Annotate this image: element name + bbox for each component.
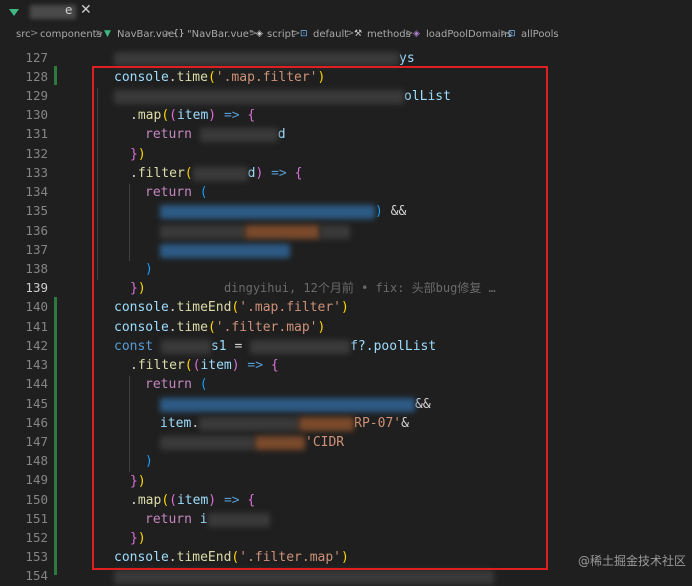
vue-file-icon: ▼ bbox=[104, 29, 111, 39]
breadcrumb-separator: > bbox=[95, 28, 104, 39]
line-number: 134 bbox=[25, 184, 48, 199]
line-number: 130 bbox=[25, 107, 48, 122]
breadcrumb-separator: > bbox=[163, 28, 172, 39]
breadcrumb-item-default[interactable]: default bbox=[313, 29, 348, 40]
line-number: 136 bbox=[25, 223, 48, 238]
breadcrumb-separator: > bbox=[30, 28, 39, 39]
line-number: 147 bbox=[25, 434, 48, 449]
line-number: 133 bbox=[25, 165, 48, 180]
line-number: 154 bbox=[25, 568, 48, 583]
line-number: 135 bbox=[25, 203, 48, 218]
line-number: 150 bbox=[25, 492, 48, 507]
line-number: 131 bbox=[25, 126, 48, 141]
tab-navbar-vue[interactable]: e ✕ bbox=[0, 0, 100, 25]
line-number: 151 bbox=[25, 511, 48, 526]
line-number: 127 bbox=[25, 50, 48, 65]
highlight-box bbox=[92, 66, 548, 570]
line-number: 137 bbox=[25, 242, 48, 257]
line-number: 146 bbox=[25, 415, 48, 430]
vue-file-icon bbox=[9, 9, 19, 16]
breadcrumb: src > components > ▼ NavBar.vue > {} "Na… bbox=[0, 25, 692, 45]
wrench-icon: ⚒ bbox=[354, 29, 363, 39]
line-number: 141 bbox=[25, 319, 48, 334]
line-number: 129 bbox=[25, 88, 48, 103]
line-number: 145 bbox=[25, 396, 48, 411]
line-number: 138 bbox=[25, 261, 48, 276]
breadcrumb-item-src[interactable]: src bbox=[16, 29, 31, 40]
git-change-marker bbox=[54, 66, 57, 85]
tab-bar: e ✕ bbox=[0, 0, 692, 25]
variable-icon: ⊡ bbox=[508, 29, 516, 39]
tab-label-suffix: e bbox=[65, 3, 73, 17]
line-number-current: 139 bbox=[25, 280, 48, 295]
variable-icon: ⊡ bbox=[300, 29, 308, 39]
breadcrumb-item-components[interactable]: components bbox=[40, 29, 102, 40]
line-number: 128 bbox=[25, 69, 48, 84]
line-number: 132 bbox=[25, 146, 48, 161]
close-icon[interactable]: ✕ bbox=[80, 2, 92, 18]
line-number: 140 bbox=[25, 299, 48, 314]
line-number: 153 bbox=[25, 549, 48, 564]
breadcrumb-item-module[interactable]: "NavBar.vue" bbox=[187, 29, 254, 40]
line-number: 152 bbox=[25, 530, 48, 545]
breadcrumb-item-allpools[interactable]: allPools bbox=[521, 29, 559, 40]
breadcrumb-item-script[interactable]: script bbox=[267, 29, 295, 40]
line-number: 144 bbox=[25, 376, 48, 391]
cube-icon: ◈ bbox=[256, 29, 263, 39]
braces-icon: {} bbox=[173, 29, 185, 39]
line-number: 142 bbox=[25, 338, 48, 353]
git-change-marker bbox=[54, 297, 57, 575]
watermark: @稀土掘金技术社区 bbox=[577, 554, 686, 568]
method-icon: ◈ bbox=[413, 29, 420, 39]
line-number: 143 bbox=[25, 357, 48, 372]
line-number: 148 bbox=[25, 453, 48, 468]
line-number: 149 bbox=[25, 472, 48, 487]
